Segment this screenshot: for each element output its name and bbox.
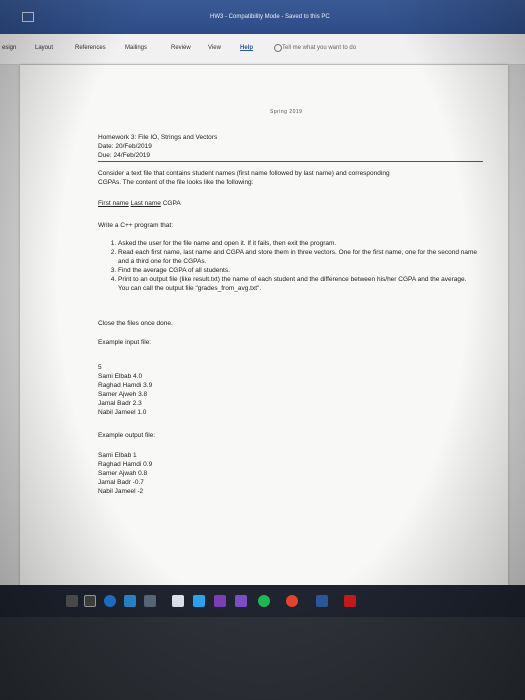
example-input-label: Example input file:	[98, 339, 152, 346]
acrobat-icon[interactable]	[344, 595, 356, 607]
window-title: HW3 - Compatibility Mode - Saved to this…	[210, 14, 330, 20]
format-name-2: name	[144, 200, 161, 207]
homework-date: Date: 20/Feb/2019	[98, 143, 152, 150]
tab-review[interactable]: Review	[171, 45, 191, 51]
task-view-icon[interactable]	[84, 595, 96, 607]
input-line: Nabil Jameel 1.0	[98, 409, 147, 416]
tab-mailings[interactable]: Mailings	[125, 45, 147, 51]
requirements-list: Asked the user for the file name and ope…	[98, 239, 478, 293]
document-page: Spring 2019 Homework 3: File IO, Strings…	[20, 65, 508, 585]
mail-icon[interactable]	[172, 595, 184, 607]
output-line: Jamal Badr -0.7	[98, 479, 144, 486]
input-line: Raghad Hamdi 3.9	[98, 382, 153, 389]
microphone-icon[interactable]	[66, 595, 78, 607]
format-cgpa: CGPA	[162, 200, 181, 207]
photos-icon[interactable]	[124, 595, 136, 607]
list-item: Print to an output file (like result.txt…	[118, 275, 478, 293]
file-format-line: First name Last name CGPA	[98, 199, 181, 208]
visual-studio-icon[interactable]	[214, 595, 226, 607]
lightbulb-icon	[274, 44, 282, 52]
monitor-bezel	[0, 617, 525, 700]
tab-view[interactable]: View	[208, 45, 221, 51]
format-name-1: name	[112, 200, 129, 207]
homework-due: Due: 24/Feb/2019	[98, 152, 151, 159]
list-item: Read each first name, last name and CGPA…	[118, 248, 478, 266]
list-item: Find the average CGPA of all students.	[118, 266, 478, 275]
tab-help[interactable]: Help	[240, 45, 253, 51]
windows-taskbar	[0, 585, 525, 617]
intro-line-1: Consider a text file that contains stude…	[98, 170, 390, 177]
spotify-icon[interactable]	[258, 595, 270, 607]
output-line: Raghad Hamdi 0.9	[98, 461, 153, 468]
input-line: Sami Elbab 4.0	[98, 373, 143, 380]
tab-layout[interactable]: Layout	[35, 45, 53, 51]
title-bar: HW3 - Compatibility Mode - Saved to this…	[0, 0, 525, 34]
edge-icon[interactable]	[104, 595, 116, 607]
onenote-icon[interactable]	[235, 595, 247, 607]
output-line: Nabil Jameel -2	[98, 488, 144, 495]
store-icon[interactable]	[144, 595, 156, 607]
chrome-icon[interactable]	[286, 595, 298, 607]
page-header: Spring 2019	[270, 109, 303, 115]
format-first: First	[98, 200, 111, 207]
ribbon-tabs: esign Layout References Mailings Review …	[0, 34, 525, 65]
tab-references[interactable]: References	[75, 45, 106, 51]
close-instruction: Close the files once done.	[98, 320, 173, 327]
homework-title: Homework 3: File IO, Strings and Vectors	[98, 134, 218, 141]
header-divider	[98, 161, 483, 162]
input-line: Samer Ajweh 3.8	[98, 391, 148, 398]
tab-design[interactable]: esign	[2, 45, 16, 51]
output-line: Samer Ajwah 0.8	[98, 470, 148, 477]
task-intro: Write a C++ program that:	[98, 222, 174, 229]
input-line: 5	[98, 364, 102, 371]
quick-access-icon[interactable]	[22, 12, 34, 22]
format-last: Last	[130, 200, 143, 207]
word-icon[interactable]	[316, 595, 328, 607]
tell-me-box[interactable]: Tell me what you want to do	[282, 45, 356, 51]
list-item: Asked the user for the file name and ope…	[118, 239, 478, 248]
output-line: Sami Elbab 1	[98, 452, 137, 459]
example-output-label: Example output file:	[98, 432, 156, 439]
homework-header: Homework 3: File IO, Strings and Vectors…	[98, 133, 498, 160]
twitter-icon[interactable]	[193, 595, 205, 607]
intro-line-2: CGPAs. The content of the file looks lik…	[98, 179, 254, 186]
input-line: Jamal Badr 2.3	[98, 400, 142, 407]
document-area: Spring 2019 Homework 3: File IO, Strings…	[0, 65, 525, 585]
